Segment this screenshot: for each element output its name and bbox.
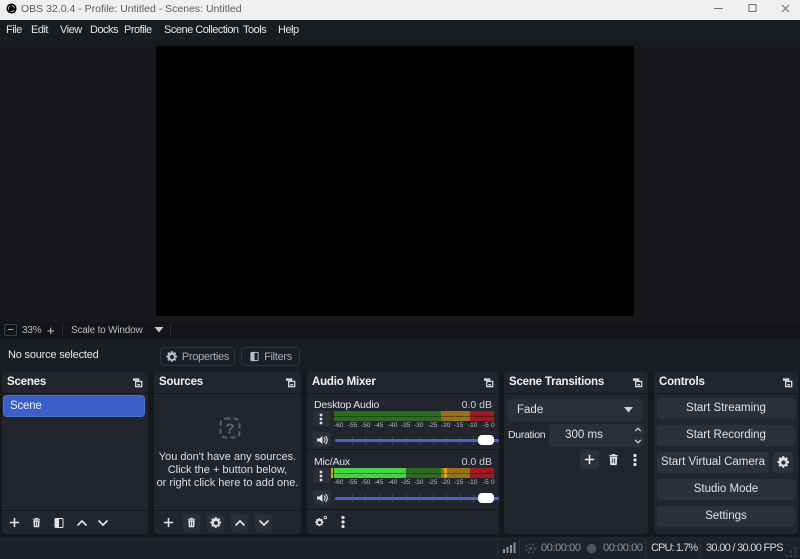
- svg-text:?: ?: [225, 421, 234, 438]
